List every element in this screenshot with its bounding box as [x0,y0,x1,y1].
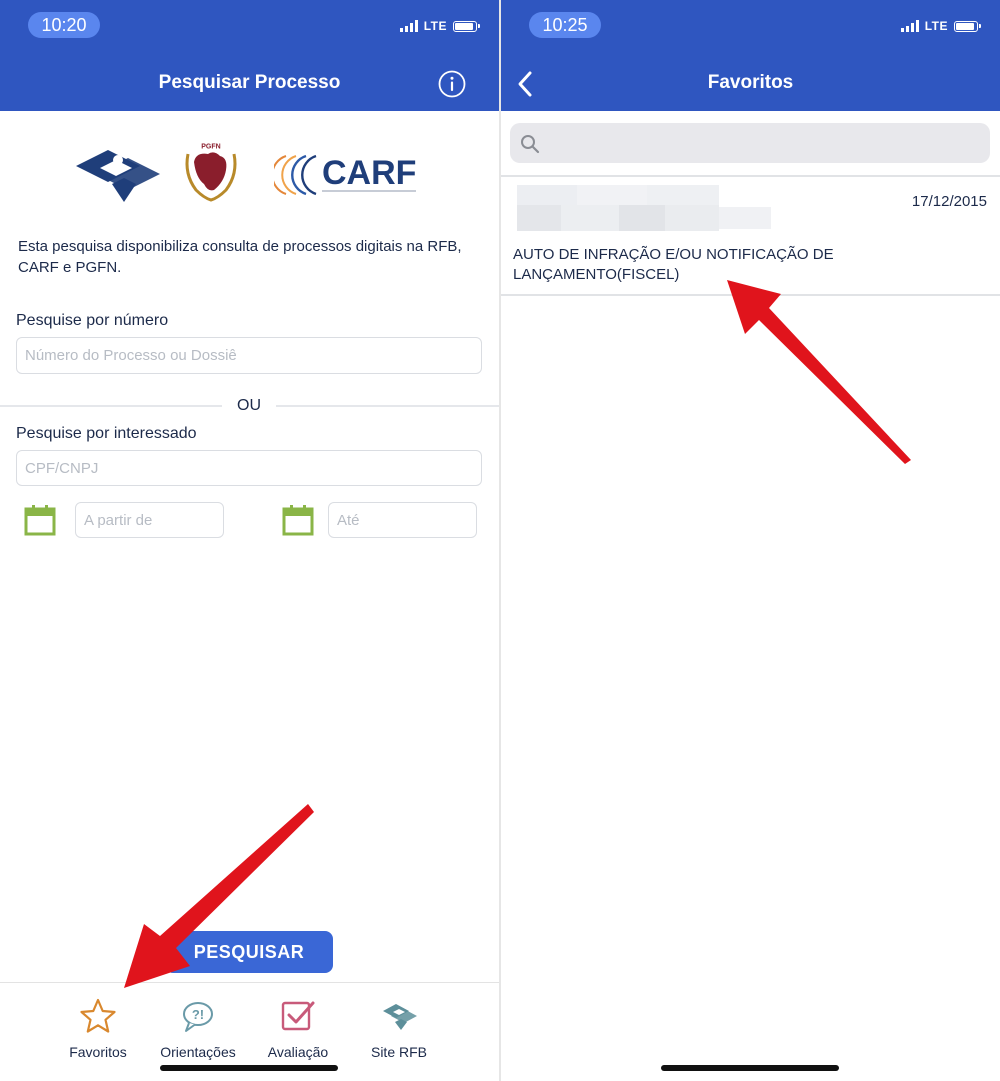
calendar-icon [24,505,56,536]
tab-label: Favoritos [69,1044,127,1060]
status-indicators: LTE [399,19,480,33]
agency-logos: PGFN CARF [0,140,499,206]
tab-label: Site RFB [370,1044,427,1060]
tab-favoritos[interactable]: Favoritos [48,997,148,1060]
tab-avaliacao[interactable]: Avaliação [248,997,348,1060]
star-icon [80,998,116,1033]
from-date-input[interactable] [75,502,224,538]
page-title: Pesquisar Processo [158,72,341,93]
favorite-list-item[interactable]: 17/12/2015 AUTO DE INFRAÇÃO E/OU NOTIFIC… [501,177,1000,294]
favorite-title: AUTO DE INFRAÇÃO E/OU NOTIFICAÇÃO DE LAN… [513,246,834,283]
header-bar: 10:20 LTE Pesquisar Processo [0,0,499,111]
carf-logo-text: CARF [322,154,416,192]
svg-text:?!: ?! [192,1007,204,1022]
battery-icon [453,20,480,32]
header-bar: 10:25 LTE Favoritos [501,0,1000,111]
favorites-screen: 10:25 LTE Favoritos 17/12/2015 AUTO DE I… [501,0,1000,1081]
annotation-arrow [727,280,911,464]
carf-logo-icon: CARF [274,154,416,196]
network-type: LTE [924,19,948,33]
info-icon [438,70,466,98]
from-date-picker[interactable] [24,504,56,541]
search-screen: 10:20 LTE Pesquisar Processo PGFN CARF E… [0,0,499,1081]
checkbox-icon [281,1001,315,1031]
favorite-date: 17/12/2015 [911,193,987,210]
pgfn-logo-icon: PGFN [185,142,237,202]
to-date-picker[interactable] [282,504,314,541]
home-indicator [160,1065,338,1071]
favorites-search-input[interactable] [546,123,980,165]
process-number-input[interactable] [16,337,482,374]
to-date-input[interactable] [328,502,477,538]
search-number-label: Pesquise por número [16,312,169,329]
status-time: 10:20 [28,12,100,38]
signal-icon [399,20,418,32]
tab-site-rfb[interactable]: Site RFB [349,997,449,1060]
search-party-label: Pesquise por interessado [16,425,197,442]
status-indicators: LTE [900,19,981,33]
tab-label: Orientações [160,1044,236,1060]
signal-icon [900,20,919,32]
favorites-search-bar [510,123,990,165]
battery-icon [954,20,981,32]
intro-text: Esta pesquisa disponibiliza consulta de … [18,238,462,276]
calendar-icon [282,505,314,536]
redacted-process-number [517,185,771,233]
info-button[interactable] [438,70,466,98]
search-button[interactable]: PESQUISAR [165,931,333,973]
or-text: OU [222,397,276,415]
cpf-cnpj-input[interactable] [16,450,482,486]
tab-orientacoes[interactable]: ?! Orientações [148,997,248,1060]
status-time: 10:25 [529,12,601,38]
network-type: LTE [423,19,447,33]
rfb-logo-icon [383,1004,417,1030]
list-divider [501,294,1000,296]
speech-bubble-icon: ?! [183,1002,213,1032]
rfb-logo-icon [76,150,160,202]
page-title: Favoritos [707,72,794,93]
search-icon [521,135,540,154]
home-indicator [661,1065,839,1071]
tab-label: Avaliação [267,1044,329,1060]
pgfn-logo-text: PGFN [201,144,220,151]
